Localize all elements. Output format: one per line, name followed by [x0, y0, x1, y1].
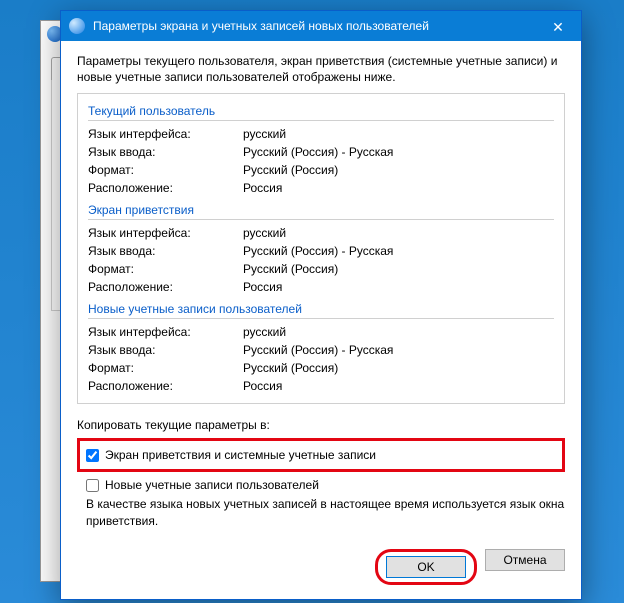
setting-value: русский: [243, 325, 286, 339]
setting-row: Язык интерфейса:русский: [88, 125, 554, 143]
setting-row: Язык интерфейса:русский: [88, 323, 554, 341]
setting-value: Россия: [243, 181, 282, 195]
setting-row: Формат:Русский (Россия): [88, 359, 554, 377]
setting-row: Язык ввода:Русский (Россия) - Русская: [88, 341, 554, 359]
dialog-body: Параметры текущего пользователя, экран п…: [61, 41, 581, 539]
copy-section: Копировать текущие параметры в: Экран пр…: [77, 418, 565, 528]
setting-row: Формат:Русский (Россия): [88, 161, 554, 179]
setting-label: Язык ввода:: [88, 145, 243, 159]
setting-value: Русский (Россия) - Русская: [243, 244, 393, 258]
setting-row: Язык ввода:Русский (Россия) - Русская: [88, 143, 554, 161]
setting-value: Россия: [243, 280, 282, 294]
setting-value: Русский (Россия) - Русская: [243, 343, 393, 357]
setting-label: Формат:: [88, 262, 243, 276]
close-button[interactable]: ✕: [535, 11, 581, 41]
checkbox-new-users[interactable]: [86, 479, 99, 492]
setting-row: Язык интерфейса:русский: [88, 224, 554, 242]
setting-row: Формат:Русский (Россия): [88, 260, 554, 278]
setting-label: Язык интерфейса:: [88, 127, 243, 141]
checkbox-welcome-screen[interactable]: [86, 449, 99, 462]
checkbox-label: Новые учетные записи пользователей: [105, 478, 319, 492]
setting-label: Формат:: [88, 163, 243, 177]
setting-label: Язык ввода:: [88, 343, 243, 357]
highlight-box: Экран приветствия и системные учетные за…: [77, 438, 565, 472]
globe-icon: [69, 18, 85, 34]
ok-button[interactable]: OK: [386, 556, 466, 578]
group-legend-current-user: Текущий пользователь: [88, 102, 554, 121]
setting-value: Русский (Россия) - Русская: [243, 145, 393, 159]
cancel-button[interactable]: Отмена: [485, 549, 565, 571]
setting-label: Язык ввода:: [88, 244, 243, 258]
setting-value: Россия: [243, 379, 282, 393]
setting-row: Расположение:Россия: [88, 179, 554, 197]
setting-row: Расположение:Россия: [88, 278, 554, 296]
checkbox-label: Экран приветствия и системные учетные за…: [105, 448, 376, 462]
setting-value: Русский (Россия): [243, 163, 338, 177]
copy-title: Копировать текущие параметры в:: [77, 418, 565, 432]
button-row: OK Отмена: [61, 539, 581, 599]
setting-label: Язык интерфейса:: [88, 325, 243, 339]
checkbox-row-new-users[interactable]: Новые учетные записи пользователей: [77, 478, 565, 492]
note-text: В качестве языка новых учетных записей в…: [77, 496, 565, 528]
setting-value: Русский (Россия): [243, 361, 338, 375]
setting-row: Расположение:Россия: [88, 377, 554, 395]
checkbox-row-welcome-screen[interactable]: Экран приветствия и системные учетные за…: [86, 448, 556, 462]
intro-text: Параметры текущего пользователя, экран п…: [77, 53, 565, 85]
settings-fieldset: Текущий пользователь Язык интерфейса:рус…: [77, 93, 565, 404]
highlight-circle: OK: [375, 549, 477, 585]
setting-value: Русский (Россия): [243, 262, 338, 276]
group-legend-new-users: Новые учетные записи пользователей: [88, 300, 554, 319]
setting-label: Расположение:: [88, 379, 243, 393]
setting-value: русский: [243, 127, 286, 141]
group-legend-welcome-screen: Экран приветствия: [88, 201, 554, 220]
setting-row: Язык ввода:Русский (Россия) - Русская: [88, 242, 554, 260]
setting-label: Язык интерфейса:: [88, 226, 243, 240]
dialog-title: Параметры экрана и учетных записей новых…: [93, 19, 535, 33]
setting-value: русский: [243, 226, 286, 240]
dialog-titlebar: Параметры экрана и учетных записей новых…: [61, 11, 581, 41]
setting-label: Расположение:: [88, 280, 243, 294]
settings-dialog: Параметры экрана и учетных записей новых…: [60, 10, 582, 600]
setting-label: Формат:: [88, 361, 243, 375]
setting-label: Расположение:: [88, 181, 243, 195]
